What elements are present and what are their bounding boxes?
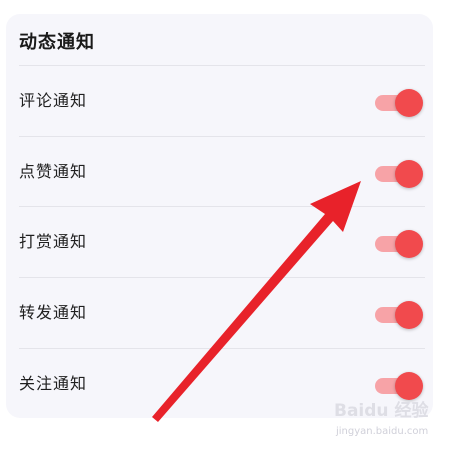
section-title: 动态通知 bbox=[19, 32, 95, 53]
comment-notification-toggle[interactable] bbox=[375, 88, 423, 118]
setting-row-follow: 关注通知 bbox=[19, 348, 425, 419]
toggle-knob bbox=[395, 301, 423, 329]
toggle-knob bbox=[395, 230, 423, 258]
toggle-knob bbox=[395, 89, 423, 117]
setting-label: 评论通知 bbox=[19, 91, 88, 110]
follow-notification-toggle[interactable] bbox=[375, 371, 423, 401]
setting-row-like: 点赞通知 bbox=[19, 136, 425, 207]
toggle-knob bbox=[395, 160, 423, 188]
setting-row-tip: 打赏通知 bbox=[19, 206, 425, 277]
setting-label: 点赞通知 bbox=[19, 162, 88, 181]
like-notification-toggle[interactable] bbox=[375, 159, 423, 189]
setting-label: 打赏通知 bbox=[19, 232, 88, 251]
toggle-knob bbox=[395, 372, 423, 400]
setting-label: 关注通知 bbox=[19, 374, 88, 393]
tip-notification-toggle[interactable] bbox=[375, 229, 423, 259]
repost-notification-toggle[interactable] bbox=[375, 300, 423, 330]
notification-settings-card: 动态通知 评论通知 点赞通知 打赏通知 转发通知 关注通知 bbox=[6, 14, 433, 418]
setting-row-comment: 评论通知 bbox=[19, 65, 425, 136]
screen: 动态通知 评论通知 点赞通知 打赏通知 转发通知 关注通知 Baidu 经验 j… bbox=[0, 0, 450, 450]
watermark-site: jingyan.baidu.com bbox=[336, 426, 429, 437]
setting-label: 转发通知 bbox=[19, 303, 88, 322]
setting-row-repost: 转发通知 bbox=[19, 277, 425, 348]
